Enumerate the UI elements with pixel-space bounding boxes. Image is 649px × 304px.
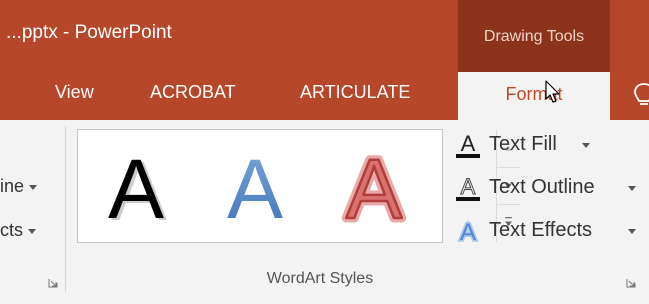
chevron-down-icon xyxy=(29,184,38,190)
ribbon-tabs: View ACROBAT ARTICULATE Format xyxy=(0,72,649,120)
drawing-tools-label: Drawing Tools xyxy=(483,28,585,45)
svg-text:A: A xyxy=(461,131,476,156)
tab-acrobat[interactable]: ACROBAT xyxy=(150,82,236,103)
text-outline-label: Text Outline xyxy=(489,176,595,198)
wordart-style-black[interactable]: A A xyxy=(86,138,186,238)
ribbon-body: ine cts A A A A A A Text Fill A Text Out… xyxy=(0,120,649,304)
chevron-down-icon xyxy=(582,143,590,148)
tab-format[interactable]: Format xyxy=(458,72,610,120)
wordart-style-red[interactable]: A A xyxy=(324,138,424,241)
svg-text:A: A xyxy=(227,142,283,234)
shape-effects-button[interactable]: cts xyxy=(0,220,37,241)
svg-text:A: A xyxy=(460,219,476,246)
tab-articulate[interactable]: ARTICULATE xyxy=(300,82,410,103)
text-effects-icon: A A xyxy=(458,217,478,246)
tab-view[interactable]: View xyxy=(55,82,94,103)
lightbulb-icon[interactable] xyxy=(632,80,649,110)
wordart-styles-group-label: WordArt Styles xyxy=(266,270,374,287)
window-title: ...pptx - PowerPoint xyxy=(6,22,172,43)
text-effects-label: Text Effects xyxy=(489,219,593,241)
group-divider xyxy=(65,126,66,292)
chevron-down-icon xyxy=(628,229,636,234)
svg-text:A: A xyxy=(346,142,402,234)
wordart-blue-a-icon: A xyxy=(227,142,283,236)
shape-outline-label: ine xyxy=(0,176,25,196)
text-fill-label: Text Fill xyxy=(489,133,557,155)
wordart-styles-gallery: A A A A A xyxy=(77,129,520,243)
title-bar: ...pptx - PowerPoint Drawing Tools xyxy=(0,0,649,72)
contextual-tab-group: Drawing Tools xyxy=(458,0,610,72)
text-outline-button[interactable]: A Text Outline xyxy=(454,171,640,205)
text-fill-icon: A xyxy=(456,131,480,158)
mouse-pointer-icon xyxy=(545,80,560,103)
dialog-launcher-icon[interactable] xyxy=(48,278,58,288)
svg-text:A: A xyxy=(461,174,476,199)
chevron-down-icon xyxy=(628,186,636,191)
text-effects-button[interactable]: A A Text Effects xyxy=(454,214,640,248)
text-fill-button[interactable]: A Text Fill xyxy=(454,128,594,162)
shape-outline-button[interactable]: ine xyxy=(0,176,38,197)
tab-format-label: Format xyxy=(505,84,563,104)
text-outline-icon: A xyxy=(456,174,480,201)
svg-text:A: A xyxy=(108,142,164,234)
wordart-style-blue[interactable]: A xyxy=(205,138,305,236)
chevron-down-icon xyxy=(28,228,37,234)
wordart-black-a-icon: A A xyxy=(108,142,167,238)
shape-effects-label: cts xyxy=(0,220,24,240)
dialog-launcher-icon[interactable] xyxy=(626,278,636,288)
wordart-red-a-icon: A A xyxy=(341,138,406,241)
